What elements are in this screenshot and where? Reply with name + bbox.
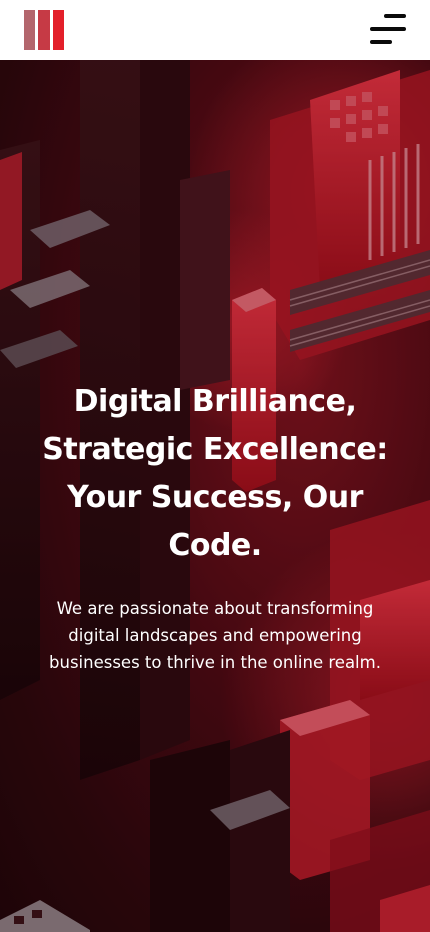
- site-header: [0, 0, 430, 60]
- hero-title: Digital Brilliance, Strategic Excellence…: [42, 384, 388, 563]
- hero-subtitle: We are passionate about transforming dig…: [49, 599, 381, 672]
- hero-section: Digital Brilliance, Strategic Excellence…: [0, 60, 430, 932]
- hamburger-menu-icon[interactable]: [370, 14, 408, 46]
- logo-bar-2: [38, 10, 50, 50]
- logo-bar-3: [52, 10, 64, 50]
- menu-line-top: [384, 14, 406, 18]
- menu-line-middle: [370, 27, 406, 31]
- menu-line-bottom: [370, 40, 392, 44]
- logo-bar-1: [24, 10, 36, 50]
- logo-bars-icon[interactable]: [24, 10, 64, 50]
